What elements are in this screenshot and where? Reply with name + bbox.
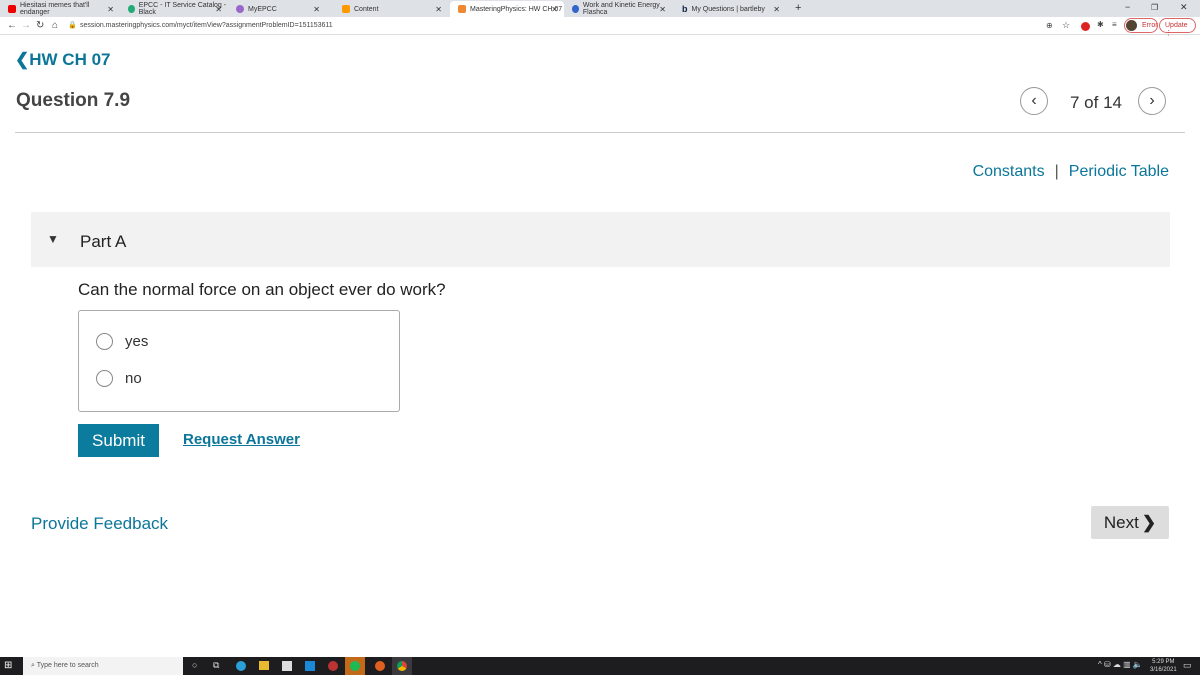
zoom-icon[interactable]: ⊕ (1046, 21, 1053, 30)
close-icon[interactable]: ✕ (215, 5, 222, 14)
mastering-icon (458, 5, 466, 13)
tab-6[interactable]: b My Questions | bartleby ✕ (674, 1, 786, 17)
restore-button[interactable]: ❐ (1151, 3, 1158, 12)
pager-text: 7 of 14 (1070, 93, 1122, 112)
task-view-icon[interactable]: ⧉ (213, 660, 219, 671)
taskbar-search[interactable]: ⌕ Type here to search (23, 657, 183, 675)
time: 5:29 PM (1152, 659, 1175, 665)
myepcc-icon (236, 5, 244, 13)
content-icon (342, 5, 350, 13)
search-placeholder: Type here to search (36, 662, 99, 669)
new-tab-button[interactable]: + (795, 2, 801, 14)
back-icon[interactable]: ← (7, 20, 17, 31)
epcc-icon (128, 5, 135, 13)
date: 3/16/2021 (1150, 667, 1177, 673)
clock[interactable]: 5:29 PM 3/16/2021 (1150, 658, 1177, 674)
divider (15, 132, 1185, 133)
tab-label: My Questions | bartleby (691, 5, 765, 13)
windows-start-icon[interactable]: ⊞ (4, 660, 12, 671)
radio-button[interactable] (96, 370, 113, 387)
periodic-table-link[interactable]: Periodic Table (1069, 163, 1169, 181)
close-icon[interactable]: ✕ (551, 5, 558, 14)
close-icon[interactable]: ✕ (659, 5, 666, 14)
request-answer-link[interactable]: Request Answer (183, 431, 300, 448)
back-to-assignment-link[interactable]: ❮HW CH 07 (15, 50, 110, 70)
mail-icon[interactable] (305, 661, 315, 671)
spotify-icon (350, 661, 360, 671)
error-label: Error (1142, 22, 1158, 29)
provide-feedback-link[interactable]: Provide Feedback (31, 514, 168, 534)
collapse-triangle-icon[interactable]: ▼ (47, 232, 59, 246)
back-link-label: HW CH 07 (29, 50, 111, 69)
tray-icons[interactable]: ^ ⛁ ☁ ▥ 🔈 (1098, 660, 1143, 669)
youtube-icon (8, 5, 16, 13)
next-question-button[interactable]: › (1138, 87, 1166, 115)
lock-icon: 🔒 (68, 22, 77, 29)
tab-bar: Hiesitasi memes that'll endanger ✕ EPCC -… (0, 0, 1200, 17)
chevron-right-icon: › (1149, 92, 1155, 109)
notifications-icon[interactable]: ▭ (1183, 660, 1192, 671)
close-icon[interactable]: ✕ (773, 5, 780, 14)
extensions-icon[interactable]: ✱ (1097, 20, 1104, 29)
tab-label: Hiesitasi memes that'll endanger (19, 2, 90, 16)
option-yes[interactable]: yes (96, 333, 148, 350)
radio-button[interactable] (96, 333, 113, 350)
constants-link[interactable]: Constants (973, 163, 1045, 181)
reading-list-icon[interactable]: ≡ (1112, 20, 1117, 29)
previous-question-button[interactable]: ‹ (1020, 87, 1048, 115)
part-a-header[interactable]: ▼ Part A (31, 212, 1170, 267)
bartleby-icon: b (682, 4, 688, 14)
reload-icon[interactable]: ↻ (36, 20, 44, 31)
home-icon[interactable]: ⌂ (52, 20, 58, 31)
question-text: Can the normal force on an object ever d… (78, 280, 446, 299)
profile-error-button[interactable]: Error (1124, 18, 1158, 33)
edge-icon[interactable] (236, 661, 246, 671)
update-button[interactable]: Update ⋮ (1159, 18, 1196, 37)
tab-label: MasteringPhysics: HW CH 07 (470, 5, 563, 13)
option-no[interactable]: no (96, 370, 142, 387)
update-label: Update (1165, 22, 1188, 29)
close-window-button[interactable]: ✕ (1180, 2, 1188, 13)
chevron-right-icon: ❯ (1141, 512, 1157, 532)
app-icon[interactable] (328, 661, 338, 671)
tab-label: MyEPCC (248, 5, 277, 13)
submit-button[interactable]: Submit (78, 424, 159, 457)
adblock-icon[interactable] (1081, 22, 1090, 31)
option-label: no (125, 370, 142, 387)
avatar (1126, 20, 1137, 31)
next-label: Next (1103, 512, 1139, 532)
minimize-button[interactable]: − (1125, 2, 1130, 12)
close-icon[interactable]: ✕ (107, 5, 114, 14)
tab-5[interactable]: Work and Kinetic Energy Flashca ✕ (564, 1, 672, 17)
tab-1[interactable]: EPCC - IT Service Catalog - Black ✕ (120, 1, 228, 17)
tab-label: Content (354, 5, 379, 13)
part-label: Part A (80, 232, 127, 251)
chrome-tab[interactable] (392, 657, 412, 675)
cortana-icon[interactable]: ○ (192, 660, 197, 670)
store-icon[interactable] (282, 661, 292, 671)
address-bar-row: ← → ↻ ⌂ 🔒 session.masteringphysics.com/m… (0, 17, 1200, 37)
taskbar: ⊞ ⌕ Type here to search ○ ⧉ ^ ⛁ ☁ ▥ 🔈 5:… (0, 657, 1200, 675)
page-title: Question 7.9 (16, 90, 131, 111)
separator: | (1054, 163, 1059, 180)
spotify-tab[interactable] (345, 657, 365, 675)
forward-icon[interactable]: → (21, 20, 31, 31)
tab-0[interactable]: Hiesitasi memes that'll endanger ✕ (0, 1, 120, 17)
resource-links: Constants | Periodic Table (973, 163, 1169, 181)
app-icon[interactable] (375, 661, 385, 671)
tab-3[interactable]: Content ✕ (334, 1, 448, 17)
chrome-icon (397, 661, 407, 671)
star-icon[interactable]: ☆ (1062, 20, 1070, 31)
tab-4-active[interactable]: MasteringPhysics: HW CH 07 ✕ (450, 1, 564, 17)
quizlet-icon (572, 5, 579, 13)
url-field[interactable]: session.masteringphysics.com/myct/itemVi… (80, 22, 333, 29)
close-icon[interactable]: ✕ (313, 5, 320, 14)
close-icon[interactable]: ✕ (435, 5, 442, 14)
answer-options: yes no (78, 310, 400, 412)
file-explorer-icon[interactable] (259, 661, 269, 670)
tab-2[interactable]: MyEPCC ✕ (228, 1, 326, 17)
next-button[interactable]: Next ❯ (1091, 506, 1169, 539)
chevron-left-icon: ‹ (1031, 92, 1037, 109)
option-label: yes (125, 333, 149, 350)
